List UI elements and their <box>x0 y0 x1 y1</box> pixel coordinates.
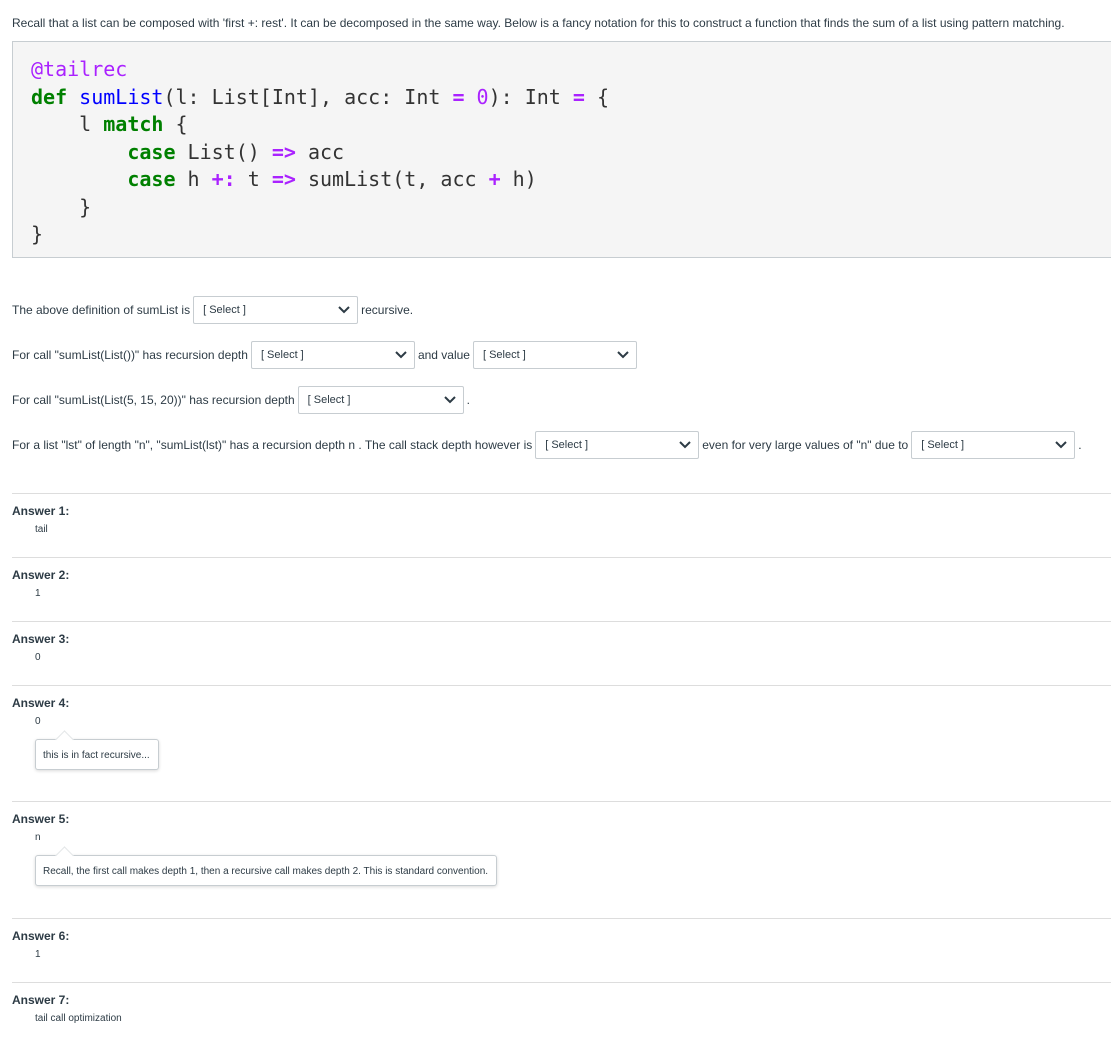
question-2-mid: and value <box>417 348 470 362</box>
answer-label: Answer 2: <box>12 568 70 582</box>
chevron-down-icon <box>338 306 350 314</box>
select-answer-6[interactable]: [ Select ] <box>911 431 1076 459</box>
select-answer-2[interactable]: [ Select ] <box>250 341 415 369</box>
answer-block-6: Answer 6: 1 <box>12 918 1111 982</box>
answer-value: 0 <box>35 652 41 663</box>
answer-value: 1 <box>35 949 41 960</box>
question-1-text: The above definition of sumList is <box>12 303 191 317</box>
answer-value: tail <box>35 524 48 535</box>
select-answer-3[interactable]: [ Select ] <box>472 341 637 369</box>
code-listing: @tailrec def sumList(l: List[Int], acc: … <box>31 57 610 246</box>
answer-block-7: Answer 7: tail call optimization <box>12 982 1111 1043</box>
code-block: @tailrec def sumList(l: List[Int], acc: … <box>12 41 1111 258</box>
answer-label: Answer 7: <box>12 993 70 1007</box>
question-4-suffix: . <box>1078 438 1082 452</box>
answer-value: n <box>35 832 41 843</box>
answer-label: Answer 5: <box>12 812 70 826</box>
answer-block-2: Answer 2: 1 <box>12 557 1111 621</box>
answer-value: 1 <box>35 588 41 599</box>
chevron-down-icon <box>395 351 407 359</box>
answer-block-3: Answer 3: 0 <box>12 621 1111 685</box>
chevron-down-icon <box>617 351 629 359</box>
answer-block-4: Answer 4: 0 this is in fact recursive... <box>12 685 1111 801</box>
question-1: The above definition of sumList is [ Sel… <box>12 296 413 324</box>
select-answer-4[interactable]: [ Select ] <box>297 386 464 414</box>
question-3-text: For call "sumList(List(5, 15, 20))" has … <box>12 393 295 407</box>
answer-block-5: Answer 5: n Recall, the first call makes… <box>12 801 1111 918</box>
question-4-mid: even for very large values of "n" due to <box>702 438 909 452</box>
chevron-down-icon <box>1055 441 1067 449</box>
answer-comment: this is in fact recursive... <box>35 739 159 770</box>
answer-label: Answer 1: <box>12 504 70 518</box>
select-answer-5[interactable]: [ Select ] <box>535 431 700 459</box>
answer-value: 0 <box>35 716 41 727</box>
chevron-down-icon <box>679 441 691 449</box>
answers-list: Answer 1: tail Answer 2: 1 Answer 3: 0 A… <box>12 493 1111 1043</box>
question-1-suffix: recursive. <box>361 303 414 317</box>
question-4: For a list "lst" of length "n", "sumList… <box>12 431 1082 459</box>
select-answer-1[interactable]: [ Select ] <box>193 296 359 324</box>
answer-label: Answer 3: <box>12 632 70 646</box>
question-2-text: For call "sumList(List())" has recursion… <box>12 348 248 362</box>
answer-block-1: Answer 1: tail <box>12 493 1111 557</box>
answer-comment: Recall, the first call makes depth 1, th… <box>35 855 498 886</box>
answer-value: tail call optimization <box>35 1013 122 1024</box>
chevron-down-icon <box>443 396 456 404</box>
question-4-text: For a list "lst" of length "n", "sumList… <box>12 438 533 452</box>
question-3-suffix: . <box>466 393 470 407</box>
answer-label: Answer 6: <box>12 929 70 943</box>
question-3: For call "sumList(List(5, 15, 20))" has … <box>12 386 470 414</box>
question-2: For call "sumList(List())" has recursion… <box>12 341 640 369</box>
answer-label: Answer 4: <box>12 696 70 710</box>
intro-text: Recall that a list can be composed with … <box>12 16 1065 30</box>
